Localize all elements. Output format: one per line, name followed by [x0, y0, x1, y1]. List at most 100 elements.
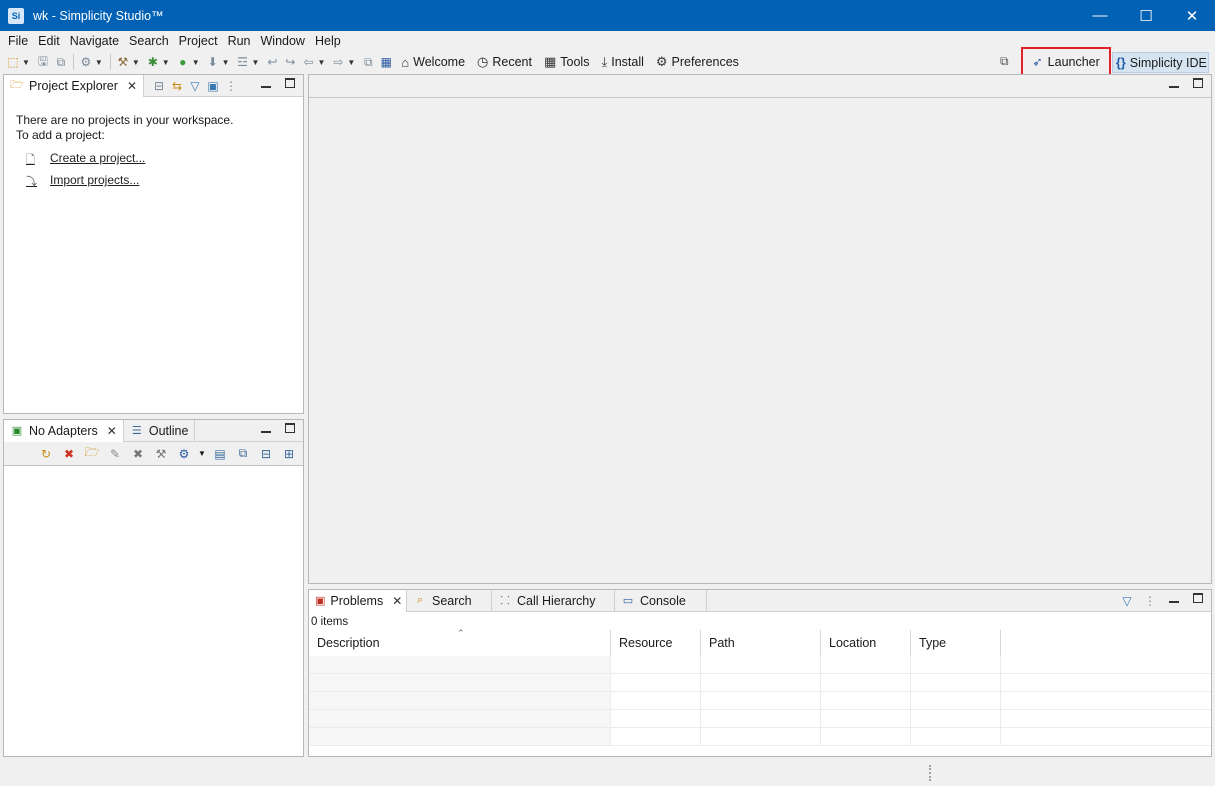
menu-help[interactable]: Help: [310, 34, 346, 48]
home-icon: ⌂: [401, 54, 410, 70]
flash-icon[interactable]: ⬇: [204, 53, 222, 71]
console-icon: ▭: [622, 595, 634, 607]
create-project-link[interactable]: 🗋 Create a project...: [26, 151, 145, 166]
maximize-view-icon[interactable]: [1193, 593, 1203, 603]
tab-search[interactable]: ⌕ Search: [407, 589, 492, 612]
build-dropdown-icon[interactable]: ▼: [132, 58, 140, 67]
open-perspective-icon[interactable]: ⧉: [359, 53, 377, 71]
tab-problems[interactable]: ▣ Problems ✕: [309, 589, 407, 612]
project-explorer-panel: 🗁 Project Explorer ✕ ⊟ ⇆ ▽ ▣ ⋮ There are…: [3, 74, 304, 414]
close-button[interactable]: ✕: [1169, 0, 1215, 31]
view-menu-icon[interactable]: ⋮: [222, 77, 240, 95]
filter-icon[interactable]: ▽: [1118, 592, 1136, 610]
simplicity-ide-perspective-button[interactable]: {} Simplicity IDE: [1112, 52, 1209, 73]
folder-icon[interactable]: 🗁: [82, 445, 102, 463]
filter-icon[interactable]: ▽: [186, 77, 204, 95]
forward-dropdown-icon[interactable]: ▼: [347, 58, 355, 67]
tab-outline[interactable]: ☰ Outline: [124, 419, 196, 442]
menu-edit[interactable]: Edit: [33, 34, 65, 48]
import-projects-link[interactable]: ⤵ Import projects...: [26, 173, 139, 188]
delete-icon[interactable]: ✖: [128, 445, 148, 463]
menu-run[interactable]: Run: [223, 34, 256, 48]
maximize-view-icon[interactable]: [285, 423, 295, 433]
menu-navigate[interactable]: Navigate: [65, 34, 124, 48]
tools-button[interactable]: ▦ Tools: [538, 54, 595, 70]
tools-icon[interactable]: ⚒: [151, 445, 171, 463]
debug-icon[interactable]: ✱: [144, 53, 162, 71]
back-dropdown-icon[interactable]: ▼: [317, 58, 325, 67]
close-icon[interactable]: ✕: [107, 424, 117, 438]
back-history-icon[interactable]: ↩: [263, 53, 281, 71]
recent-button[interactable]: ◷ Recent: [471, 54, 538, 70]
problems-panel: ▣ Problems ✕ ⌕ Search ⸬ Call Hierarchy ▭…: [308, 589, 1212, 757]
column-type[interactable]: Type: [911, 630, 1001, 656]
column-description[interactable]: Description ⌃: [309, 628, 611, 656]
minimize-view-icon[interactable]: [1169, 593, 1179, 603]
save-icon[interactable]: 🖫: [34, 53, 52, 71]
collapse-all-icon[interactable]: ⊟: [150, 77, 168, 95]
menu-file[interactable]: File: [3, 34, 33, 48]
flash-dropdown-icon[interactable]: ▼: [222, 58, 230, 67]
tab-call-hierarchy[interactable]: ⸬ Call Hierarchy: [492, 589, 615, 612]
focus-icon[interactable]: ▣: [204, 77, 222, 95]
dropdown-icon[interactable]: ▼: [197, 445, 207, 463]
close-icon[interactable]: ✕: [392, 594, 402, 608]
back-arrow-icon[interactable]: ⇦: [299, 53, 317, 71]
expand-icon[interactable]: ⊞: [279, 445, 299, 463]
run-icon[interactable]: ●: [174, 53, 192, 71]
column-resource[interactable]: Resource: [611, 630, 701, 656]
run-dropdown-icon[interactable]: ▼: [192, 58, 200, 67]
refresh-icon[interactable]: ↻: [36, 445, 56, 463]
save-all-icon[interactable]: ⧉: [52, 53, 70, 71]
new-icon[interactable]: ⬚: [4, 53, 22, 71]
minimize-view-icon[interactable]: [261, 78, 271, 88]
debug-adapter-icon[interactable]: ▦: [377, 53, 395, 71]
settings-dropdown-icon[interactable]: ▼: [95, 58, 103, 67]
open-perspective-button[interactable]: ⧉: [1000, 54, 1009, 69]
install-button[interactable]: ⤓ Install: [595, 54, 649, 70]
disconnect-icon[interactable]: ✖: [59, 445, 79, 463]
debug-dropdown-icon[interactable]: ▼: [162, 58, 170, 67]
edit-icon[interactable]: ✎: [105, 445, 125, 463]
tab-console[interactable]: ▭ Console: [615, 589, 707, 612]
profile-icon[interactable]: ☲: [234, 53, 252, 71]
launcher-perspective-button[interactable]: ➶ Launcher: [1021, 47, 1111, 76]
status-bar: [0, 760, 1215, 786]
welcome-button[interactable]: ⌂ Welcome: [395, 55, 471, 70]
sort-ascending-icon: ⌃: [457, 628, 465, 638]
menu-window[interactable]: Window: [256, 34, 310, 48]
toolbar-separator: [109, 54, 111, 70]
forward-arrow-icon[interactable]: ⇨: [329, 53, 347, 71]
column-path[interactable]: Path: [701, 630, 821, 656]
menu-search[interactable]: Search: [124, 34, 174, 48]
minimize-view-icon[interactable]: [1169, 78, 1179, 88]
settings-icon[interactable]: ⚙: [77, 53, 95, 71]
title-bar: Si wk - Simplicity Studio™ — ☐ ✕: [0, 0, 1215, 31]
collapse-icon[interactable]: ⊟: [256, 445, 276, 463]
minimize-button[interactable]: —: [1077, 0, 1123, 31]
view-menu-icon[interactable]: ⋮: [1141, 592, 1159, 610]
forward-history-icon[interactable]: ↪: [281, 53, 299, 71]
tab-project-explorer[interactable]: 🗁 Project Explorer ✕: [4, 74, 144, 97]
close-icon[interactable]: ✕: [127, 79, 137, 93]
build-icon[interactable]: ⚒: [114, 53, 132, 71]
copy-icon[interactable]: ⧉: [233, 445, 253, 463]
preferences-button[interactable]: ⚙ Preferences: [650, 54, 745, 70]
minimize-view-icon[interactable]: [261, 423, 271, 433]
maximize-button[interactable]: ☐: [1123, 0, 1169, 31]
column-location[interactable]: Location: [821, 630, 911, 656]
import-icon: ⤵: [26, 176, 37, 188]
link-editor-icon[interactable]: ⇆: [168, 77, 186, 95]
table-row: [309, 728, 1211, 746]
outline-icon: ☰: [131, 425, 142, 437]
maximize-view-icon[interactable]: [285, 78, 295, 88]
table-icon[interactable]: ▤: [210, 445, 230, 463]
profile-dropdown-icon[interactable]: ▼: [252, 58, 260, 67]
gear-icon[interactable]: ⚙: [174, 445, 194, 463]
tab-no-adapters[interactable]: ▣ No Adapters ✕: [4, 419, 124, 442]
problems-table: Description ⌃ Resource Path Location Typ…: [309, 628, 1211, 756]
new-dropdown-icon[interactable]: ▼: [22, 58, 30, 67]
menu-project[interactable]: Project: [174, 34, 223, 48]
maximize-view-icon[interactable]: [1193, 78, 1203, 88]
status-bar-grip[interactable]: [929, 765, 931, 781]
